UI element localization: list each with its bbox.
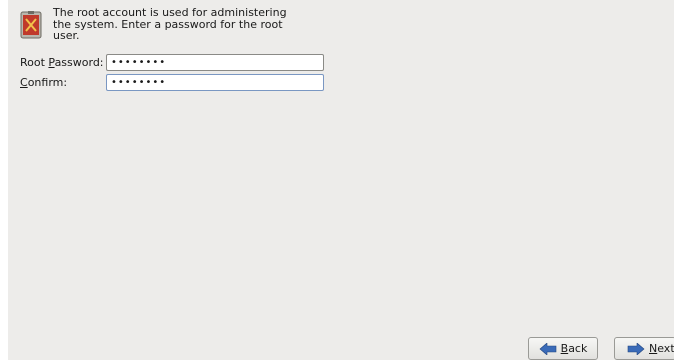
header: The root account is used for administeri… (20, 7, 303, 42)
confirm-password-row: Confirm: •••••••• (20, 74, 324, 91)
arrow-right-icon (627, 342, 645, 355)
root-password-input[interactable]: •••••••• (106, 54, 324, 71)
arrow-left-icon (539, 342, 556, 355)
next-button-label: Next (649, 342, 674, 355)
header-description: The root account is used for administeri… (53, 6, 287, 42)
confirm-password-input[interactable]: •••••••• (106, 74, 324, 91)
back-button[interactable]: Back (528, 337, 598, 360)
shield-icon (20, 11, 42, 39)
confirm-label: Confirm: (20, 76, 68, 89)
content-panel: The root account is used for administeri… (8, 0, 674, 360)
root-password-row: Root Password: •••••••• (20, 54, 324, 71)
root-password-label: Root Password: (20, 56, 104, 69)
next-button[interactable]: Next (614, 337, 674, 360)
back-button-label: Back (560, 342, 588, 355)
